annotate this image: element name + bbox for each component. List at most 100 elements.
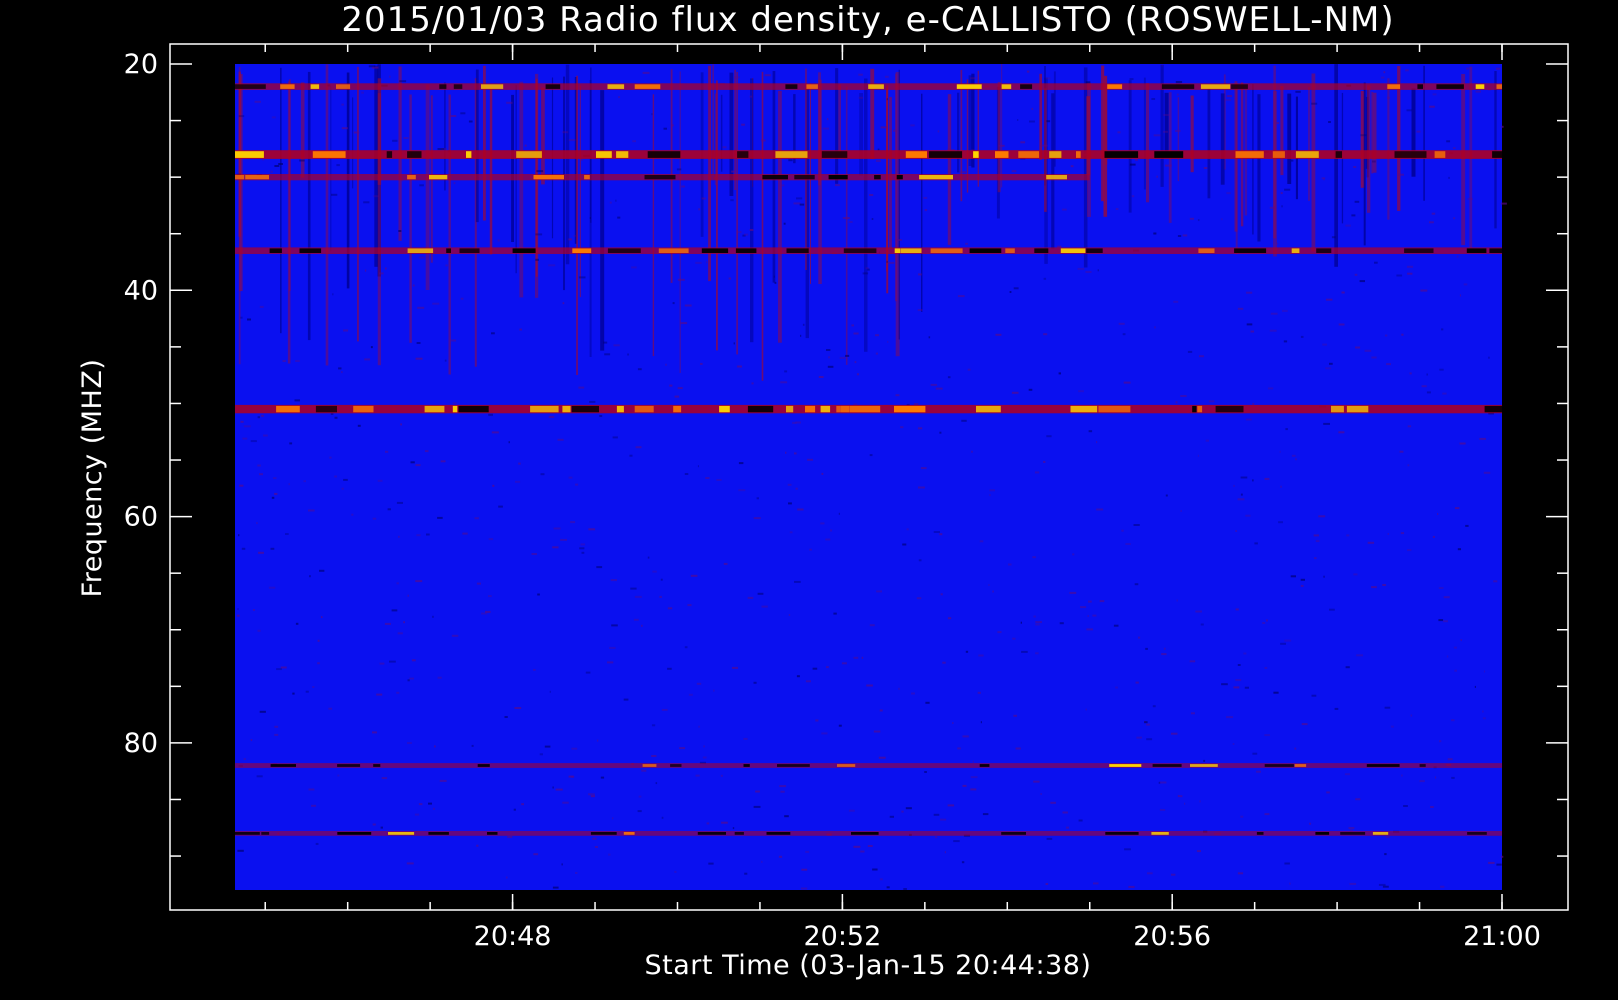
heatmap-noise — [978, 654, 984, 657]
heatmap-noise — [1092, 614, 1097, 617]
heatmap-noise — [667, 607, 673, 610]
heatmap-noise — [1163, 114, 1170, 116]
heatmap-streak — [1103, 75, 1108, 217]
heatmap-band-segment — [571, 405, 599, 413]
heatmap-noise — [1221, 218, 1223, 221]
heatmap-noise — [667, 667, 672, 670]
heatmap-noise — [364, 358, 370, 361]
heatmap-noise — [796, 675, 800, 678]
heatmap-band-segment — [446, 248, 451, 253]
heatmap-noise — [1199, 800, 1201, 803]
heatmap-noise — [274, 165, 280, 167]
heatmap-noise — [1439, 740, 1442, 743]
heatmap-noise — [980, 721, 982, 724]
heatmap-noise — [1250, 330, 1255, 333]
heatmap-noise — [317, 662, 320, 665]
heatmap-noise — [773, 275, 775, 278]
heatmap-noise — [568, 139, 576, 142]
heatmap-noise — [1454, 507, 1460, 510]
heatmap-band-segment — [299, 248, 322, 253]
heatmap-noise — [257, 416, 260, 419]
heatmap-noise — [285, 533, 289, 535]
heatmap-noise — [568, 775, 574, 778]
heatmap-noise — [1359, 280, 1365, 283]
heatmap-noise — [1387, 96, 1390, 99]
heatmap-noise — [588, 793, 595, 796]
heatmap-noise — [812, 667, 818, 670]
heatmap-noise — [1426, 391, 1431, 394]
heatmap-noise — [1012, 637, 1016, 640]
heatmap-noise — [700, 362, 703, 365]
heatmap-noise — [256, 522, 258, 525]
heatmap-noise — [1407, 272, 1413, 275]
heatmap-band-segment — [1020, 84, 1033, 89]
heatmap-noise — [434, 745, 436, 748]
heatmap-noise — [684, 304, 692, 307]
heatmap-noise — [880, 126, 887, 129]
heatmap-noise — [920, 467, 927, 470]
heatmap-noise — [706, 822, 710, 825]
heatmap-noise — [784, 370, 788, 373]
heatmap-noise — [697, 465, 699, 468]
heatmap-noise — [913, 403, 919, 406]
heatmap-noise — [1290, 575, 1296, 578]
heatmap-noise — [259, 710, 266, 713]
heatmap-noise — [575, 872, 578, 874]
heatmap-noise — [363, 201, 370, 204]
heatmap-band-segment — [512, 248, 536, 253]
heatmap-noise — [1153, 134, 1161, 137]
heatmap-band-segment — [452, 405, 458, 413]
heatmap-streak — [1087, 82, 1091, 217]
heatmap-streak — [1220, 93, 1225, 185]
heatmap-noise — [261, 414, 264, 417]
heatmap-noise — [1154, 326, 1156, 329]
heatmap-noise — [713, 689, 715, 692]
heatmap-noise — [918, 427, 923, 430]
heatmap-noise — [1200, 623, 1204, 626]
heatmap-noise — [299, 159, 305, 162]
heatmap-streak — [859, 93, 863, 176]
heatmap-noise — [410, 461, 415, 464]
heatmap-noise — [407, 742, 412, 744]
heatmap-noise — [1195, 610, 1202, 613]
heatmap-noise — [1225, 99, 1232, 102]
heatmap-noise — [861, 656, 864, 659]
heatmap-noise — [1085, 271, 1092, 273]
heatmap-noise — [633, 618, 639, 621]
heatmap-noise — [1245, 514, 1251, 517]
heatmap-noise — [1208, 400, 1215, 403]
heatmap-noise — [508, 441, 510, 444]
heatmap-noise — [1432, 535, 1435, 538]
heatmap-noise — [1045, 883, 1049, 885]
heatmap-streak — [300, 82, 305, 178]
heatmap-noise — [1058, 372, 1061, 375]
heatmap-band-segment — [1235, 151, 1264, 158]
heatmap-band-segment — [786, 405, 794, 413]
x-tick-label: 20:52 — [803, 921, 881, 952]
heatmap-noise — [842, 217, 850, 219]
heatmap-band-segment — [658, 248, 689, 253]
heatmap-noise — [590, 795, 595, 798]
heatmap-noise — [594, 846, 598, 848]
heatmap-noise — [671, 124, 674, 127]
heatmap-noise — [1382, 885, 1389, 888]
heatmap-noise — [997, 631, 1002, 634]
heatmap-noise — [802, 323, 805, 326]
heatmap-band-segment — [516, 151, 542, 158]
heatmap-band-segment — [1372, 832, 1389, 835]
heatmap-noise — [1314, 557, 1317, 560]
heatmap-noise — [1475, 90, 1481, 93]
heatmap-noise — [259, 473, 263, 476]
heatmap-band-segment — [785, 84, 798, 89]
heatmap-noise — [1028, 388, 1033, 391]
heatmap-band-segment — [572, 248, 592, 253]
heatmap-band-segment — [840, 405, 850, 413]
heatmap-band-segment — [1346, 405, 1369, 413]
heatmap-noise — [315, 842, 319, 845]
heatmap-band-segment — [1489, 248, 1502, 253]
heatmap-noise — [1035, 623, 1040, 626]
heatmap-band-segment — [1005, 248, 1015, 253]
heatmap-band-segment — [1272, 151, 1285, 158]
heatmap-noise — [702, 756, 707, 759]
heatmap-band-segment — [459, 248, 480, 253]
